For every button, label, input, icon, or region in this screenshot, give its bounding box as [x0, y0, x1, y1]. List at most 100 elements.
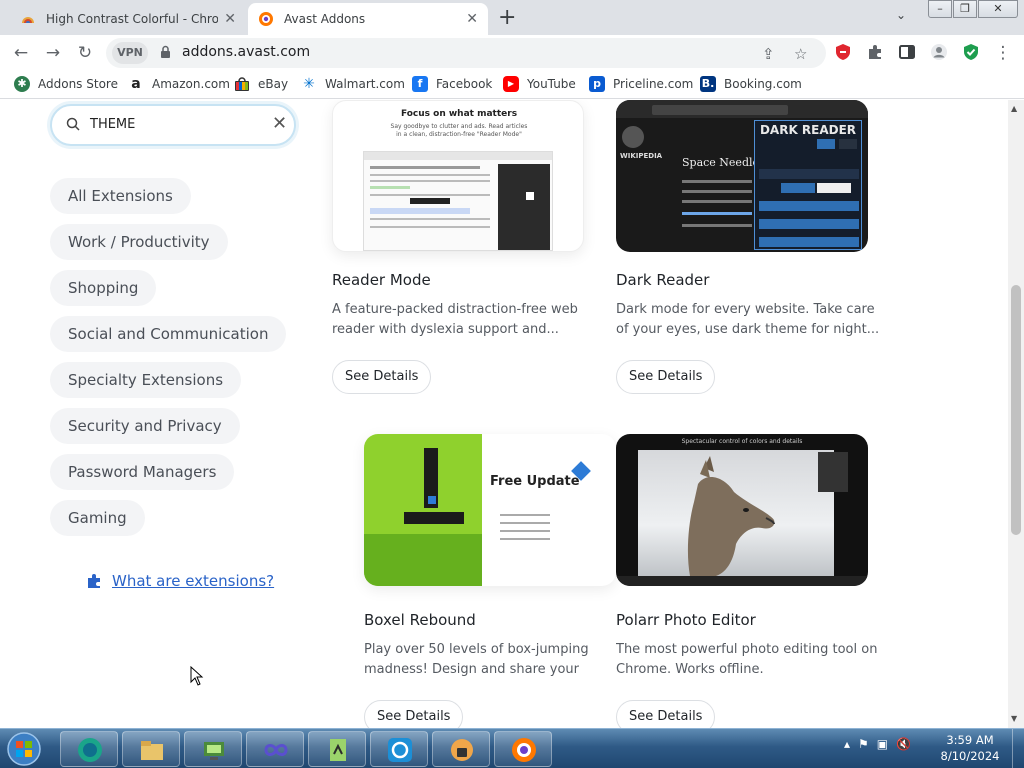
- network-status-icon[interactable]: ▣: [877, 737, 888, 751]
- forward-arrow-icon[interactable]: →: [42, 42, 64, 64]
- card-title[interactable]: Boxel Rebound: [364, 611, 476, 629]
- lock-icon: [161, 45, 170, 58]
- share-icon[interactable]: ⇪: [762, 45, 775, 63]
- back-arrow-icon[interactable]: ←: [10, 42, 32, 64]
- help-link-text[interactable]: What are extensions?: [112, 572, 274, 590]
- show-desktop-button[interactable]: [1012, 729, 1024, 768]
- page-scrollbar[interactable]: ▲ ▼: [1008, 100, 1024, 728]
- bookmark-label: Booking.com: [724, 77, 802, 91]
- chat-app-icon: [78, 738, 102, 762]
- taskbar-vpn-app[interactable]: [432, 731, 490, 767]
- taskbar-notepad[interactable]: [308, 731, 366, 767]
- close-window-button[interactable]: ✕: [978, 0, 1018, 18]
- tab-title: Avast Addons: [284, 12, 366, 26]
- see-details-button[interactable]: See Details: [364, 700, 464, 728]
- minimize-button[interactable]: –: [928, 0, 952, 18]
- youtube-icon: ▶: [503, 76, 519, 92]
- tab-search-chevron-icon[interactable]: ⌄: [896, 8, 906, 22]
- category-work-productivity[interactable]: Work / Productivity: [50, 224, 228, 260]
- see-details-button[interactable]: See Details: [616, 360, 716, 394]
- profile-avatar-icon[interactable]: [930, 43, 948, 61]
- bookmark-star-icon[interactable]: ☆: [794, 45, 807, 63]
- bookmarks-bar: ✱ Addons Store a Amazon.com eBay ✳ Walma…: [0, 71, 1024, 99]
- category-gaming[interactable]: Gaming: [50, 500, 145, 536]
- close-icon[interactable]: ✕: [224, 11, 236, 27]
- maximize-button[interactable]: ❐: [953, 0, 977, 18]
- see-details-button[interactable]: See Details: [616, 700, 716, 728]
- close-icon[interactable]: ✕: [466, 11, 478, 27]
- see-details-button[interactable]: See Details: [332, 360, 432, 394]
- taskbar-file-explorer[interactable]: [122, 731, 180, 767]
- windows-taskbar: ▴ ⚑ ▣ 🔇 3:59 AM 8/10/2024: [0, 728, 1024, 768]
- bookmark-label: Amazon.com: [152, 77, 230, 91]
- deer-photo: [687, 456, 775, 576]
- facebook-icon: f: [412, 76, 428, 92]
- what-are-extensions-link[interactable]: What are extensions?: [86, 572, 274, 590]
- bookmark-amazon[interactable]: a Amazon.com: [128, 76, 230, 92]
- category-social-communication[interactable]: Social and Communication: [50, 316, 287, 352]
- card-title[interactable]: Reader Mode: [332, 271, 431, 289]
- security-shield-icon[interactable]: [962, 43, 980, 61]
- taskbar-app-chat[interactable]: [60, 731, 118, 767]
- image-heading: Focus on what matters: [400, 109, 518, 119]
- reload-icon[interactable]: ↻: [74, 42, 96, 64]
- ebay-icon: [235, 77, 249, 91]
- card-title[interactable]: Dark Reader: [616, 271, 709, 289]
- address-bar[interactable]: VPN addons.avast.com ⇪ ☆: [106, 38, 826, 68]
- extensions-puzzle-icon[interactable]: [866, 43, 884, 61]
- bookmark-label: Priceline.com: [613, 77, 694, 91]
- reader-mode-image[interactable]: Focus on what matters Say goodbye to clu…: [332, 100, 584, 252]
- bookmark-youtube[interactable]: ▶ YouTube: [503, 76, 576, 92]
- taskbar-avast[interactable]: [370, 731, 428, 767]
- browser-toolbar: ← → ↻ VPN addons.avast.com ⇪ ☆ ⋮: [0, 35, 1024, 71]
- clear-search-icon[interactable]: ✕: [272, 113, 287, 134]
- bookmark-booking[interactable]: B. Booking.com: [700, 76, 802, 92]
- search-input[interactable]: THEME ✕: [50, 104, 296, 146]
- mouse-cursor-icon: [190, 666, 204, 686]
- flag-icon[interactable]: ⚑: [858, 737, 869, 751]
- adblock-extension-icon[interactable]: [834, 43, 852, 61]
- category-password-managers[interactable]: Password Managers: [50, 454, 235, 490]
- category-shopping[interactable]: Shopping: [50, 270, 157, 306]
- bookmark-priceline[interactable]: p Priceline.com: [589, 76, 693, 92]
- card-title[interactable]: Polarr Photo Editor: [616, 611, 756, 629]
- windows-start-button[interactable]: [4, 731, 44, 767]
- folder-icon: [141, 741, 163, 760]
- boxel-rebound-image[interactable]: Free Update: [364, 434, 616, 586]
- category-security-privacy[interactable]: Security and Privacy: [50, 408, 240, 444]
- category-specialty-extensions[interactable]: Specialty Extensions: [50, 362, 242, 398]
- bookmark-facebook[interactable]: f Facebook: [412, 76, 492, 92]
- image-subtitle: Space Needle: [682, 156, 760, 169]
- tab-title: High Contrast Colorful - Chrome: [46, 12, 219, 26]
- taskbar-infinity-app[interactable]: [246, 731, 304, 767]
- card-description: The most powerful photo editing tool on …: [616, 642, 878, 677]
- addons-store-icon: ✱: [14, 76, 30, 92]
- category-all-extensions[interactable]: All Extensions: [50, 178, 191, 214]
- avast-icon: [388, 738, 412, 762]
- image-heading: Free Update: [490, 474, 580, 489]
- clock-date: 8/10/2024: [940, 749, 1000, 763]
- taskbar-avast-browser[interactable]: [494, 731, 552, 767]
- dark-reader-image[interactable]: WIKIPEDIA Space Needle DARK READER: [616, 100, 868, 252]
- side-panel-icon[interactable]: [898, 43, 916, 61]
- scroll-down-icon[interactable]: ▼: [1011, 714, 1017, 723]
- bookmark-label: Addons Store: [38, 77, 118, 91]
- tab-high-contrast[interactable]: High Contrast Colorful - Chrome ✕: [10, 3, 246, 35]
- tab-avast-addons[interactable]: Avast Addons ✕: [248, 3, 488, 35]
- menu-kebab-icon[interactable]: ⋮: [992, 42, 1014, 64]
- avast-favicon-icon: [259, 12, 273, 26]
- volume-muted-icon[interactable]: 🔇: [896, 737, 911, 751]
- vpn-button[interactable]: VPN: [112, 42, 148, 64]
- booking-icon: B.: [700, 76, 716, 92]
- system-tray: ▴ ⚑ ▣ 🔇: [844, 737, 911, 751]
- scroll-thumb[interactable]: [1011, 285, 1021, 535]
- tray-expand-icon[interactable]: ▴: [844, 737, 850, 751]
- new-tab-button[interactable]: +: [498, 5, 516, 30]
- taskbar-network-app[interactable]: [184, 731, 242, 767]
- polarr-photo-editor-image[interactable]: Spectacular control of colors and detail…: [616, 434, 868, 586]
- taskbar-clock[interactable]: 3:59 AM 8/10/2024: [940, 732, 1000, 764]
- scroll-up-icon[interactable]: ▲: [1011, 104, 1017, 113]
- bookmark-ebay[interactable]: eBay: [234, 76, 288, 92]
- bookmark-addons-store[interactable]: ✱ Addons Store: [14, 76, 118, 92]
- bookmark-walmart[interactable]: ✳ Walmart.com: [301, 76, 405, 92]
